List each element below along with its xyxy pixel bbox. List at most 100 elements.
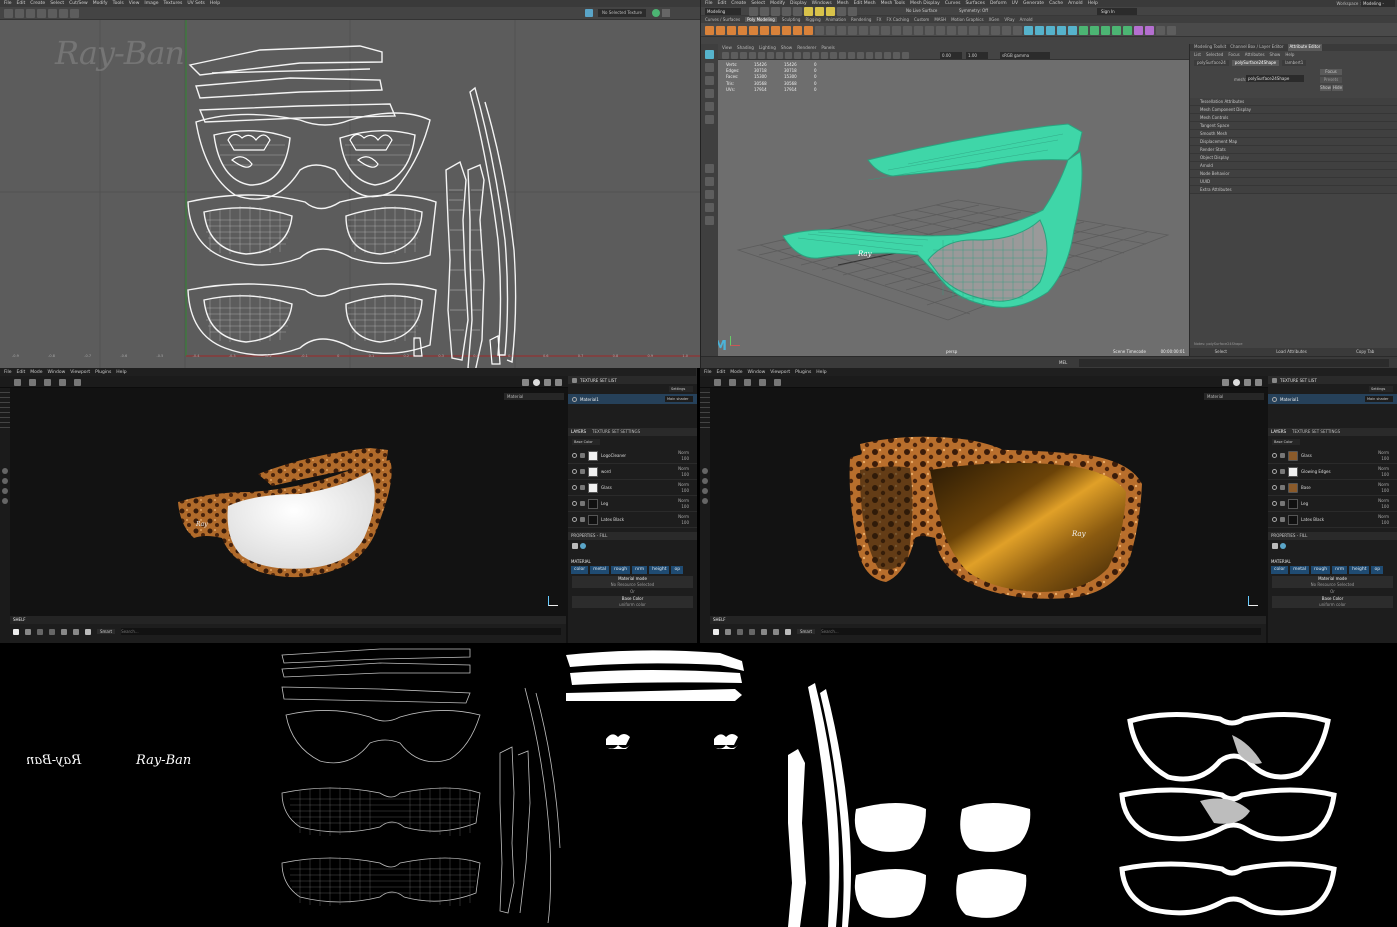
fill-hole-icon[interactable] [925, 25, 934, 35]
maya-menu-file[interactable]: File [705, 1, 713, 6]
viewport-toggle-icon[interactable] [702, 468, 708, 474]
painter-menu-plugins[interactable]: Plugins [795, 370, 811, 375]
painter-menu-viewport[interactable]: Viewport [70, 370, 90, 375]
eye-icon[interactable] [1272, 469, 1277, 474]
display-settings-icon[interactable] [1244, 378, 1251, 386]
cylindrical-uv-icon[interactable] [1046, 25, 1055, 35]
painter-right-viewport[interactable]: Material Ray [710, 388, 1266, 616]
uv-header-icon-3[interactable] [662, 9, 670, 17]
exposure-field[interactable]: 0.00 [940, 52, 962, 59]
aa-icon[interactable] [875, 52, 882, 59]
smooth-icon[interactable] [837, 25, 846, 35]
textured-icon[interactable] [839, 52, 846, 59]
sew-uv-icon[interactable] [1112, 25, 1121, 35]
save-scene-icon[interactable] [771, 7, 780, 16]
layer-row[interactable]: LogoCleaner Norm 100 [568, 448, 697, 464]
mirror-icon[interactable] [881, 25, 890, 35]
layout-side-icon[interactable] [705, 190, 714, 199]
edge-loop-icon[interactable] [969, 25, 978, 35]
attr-section[interactable]: Object Display [1190, 154, 1397, 162]
lights-icon[interactable] [848, 52, 855, 59]
layer-row[interactable]: word Norm 100 [568, 464, 697, 480]
show-button[interactable]: Show [1320, 85, 1331, 91]
maya-viewport[interactable]: View Shading Lighting Show Renderer Panels 0.… [718, 44, 1189, 356]
layout-uv-icon[interactable] [1079, 25, 1088, 35]
channel-chip-nrm[interactable]: nrm [632, 566, 648, 574]
layers-tab[interactable]: LAYERS [571, 428, 586, 436]
presets-button[interactable]: Presets [1320, 77, 1342, 83]
attr-section[interactable]: Smooth Mesh [1190, 130, 1397, 138]
move-tool-icon[interactable] [15, 9, 24, 18]
opacity[interactable]: 100 [1378, 472, 1389, 478]
maya-menu-mesh-tools[interactable]: Mesh Tools [881, 1, 905, 6]
transfer-icon[interactable] [1123, 25, 1132, 35]
dof-icon[interactable] [884, 52, 891, 59]
attr-section[interactable]: Mesh Controls [1190, 114, 1397, 122]
poly-plane-icon[interactable] [760, 25, 769, 35]
channel-chip-op[interactable]: op [671, 566, 684, 574]
layer-blend[interactable]: Norm 100 [678, 514, 689, 526]
layer-row[interactable]: Glass Norm 100 [568, 480, 697, 496]
opacity[interactable]: 100 [678, 504, 689, 510]
grid-view-icon[interactable] [25, 628, 31, 635]
history-icon[interactable] [1156, 25, 1165, 35]
opacity[interactable]: 100 [1378, 456, 1389, 462]
layer-blend[interactable]: Norm 100 [678, 450, 689, 462]
iray-icon[interactable] [2, 488, 8, 494]
poly-text-icon[interactable] [793, 25, 802, 35]
texture-set-settings-tab[interactable]: TEXTURE SET SETTINGS [1292, 428, 1340, 436]
live-surface[interactable]: No Live Surface [906, 8, 937, 13]
painter-menu-window[interactable]: Window [748, 370, 766, 375]
camera-toolbar-icon[interactable] [44, 378, 51, 386]
maya-menu-surfaces[interactable]: Surfaces [965, 1, 985, 6]
channel-chip-height[interactable]: height [1349, 566, 1370, 574]
poly-platonic-icon[interactable] [782, 25, 791, 35]
attr-section[interactable]: Node Behavior [1190, 170, 1397, 178]
lock-camera-icon[interactable] [731, 52, 738, 59]
channel-chip-nrm[interactable]: nrm [1332, 566, 1348, 574]
opacity[interactable]: 100 [1378, 488, 1389, 494]
hide-button[interactable]: Hide [1332, 85, 1343, 91]
eye-icon[interactable] [1272, 453, 1277, 458]
uv-menu-textures[interactable]: Textures [163, 1, 182, 6]
painter-menu-plugins[interactable]: Plugins [95, 370, 111, 375]
shelf-tab-motion-graphics[interactable]: Motion Graphics [951, 17, 984, 22]
maya-menu-mesh-display[interactable]: Mesh Display [910, 1, 940, 6]
unfold-uv-icon[interactable] [1090, 25, 1099, 35]
spherical-uv-icon[interactable] [1057, 25, 1066, 35]
layer-blend[interactable]: Norm 100 [1378, 498, 1389, 510]
shelf-tab-mash[interactable]: MASH [934, 17, 946, 22]
wireframe-icon[interactable] [812, 52, 819, 59]
grid-toolbar-icon[interactable] [714, 378, 721, 386]
planar-uv-icon[interactable] [1024, 25, 1033, 35]
channel-chip-op[interactable]: op [1371, 566, 1384, 574]
solo-icon[interactable] [702, 478, 708, 484]
attr-section[interactable]: Tessellation Attributes [1190, 98, 1397, 106]
attr-menu-attributes[interactable]: Attributes [1245, 52, 1265, 57]
layer-blend[interactable]: Norm 100 [1378, 450, 1389, 462]
rotate-tool-icon[interactable] [705, 102, 714, 111]
uv-header-icon[interactable] [585, 9, 593, 17]
list-view-icon[interactable] [737, 628, 743, 635]
channel-chip-color[interactable]: color [1271, 566, 1289, 574]
uv-menu-tools[interactable]: Tools [113, 1, 124, 6]
maya-menu-help[interactable]: Help [1088, 1, 1098, 6]
texture-set-row[interactable]: Material1 Main shader [568, 394, 697, 404]
smooth-shade-icon[interactable] [821, 52, 828, 59]
view-icon[interactable] [522, 378, 529, 386]
image-plane-icon[interactable] [749, 52, 756, 59]
shadows-icon[interactable] [857, 52, 864, 59]
eye-icon[interactable] [572, 485, 577, 490]
history-toolbar-icon[interactable] [74, 378, 81, 386]
slide-edge-icon[interactable] [991, 25, 1000, 35]
import-icon[interactable] [761, 628, 767, 635]
bookmark-icon[interactable] [740, 52, 747, 59]
poly-cone-icon[interactable] [738, 25, 747, 35]
rotate-tool-icon[interactable] [26, 9, 35, 18]
symmetrize-icon[interactable] [1013, 25, 1022, 35]
node-tab-2[interactable]: lambert1 [1282, 60, 1307, 66]
auto-uv-icon[interactable] [1035, 25, 1044, 35]
attr-menu-help[interactable]: Help [1285, 52, 1294, 57]
panel-menu-shading[interactable]: Shading [737, 45, 754, 50]
painter-menu-file[interactable]: File [4, 370, 12, 375]
